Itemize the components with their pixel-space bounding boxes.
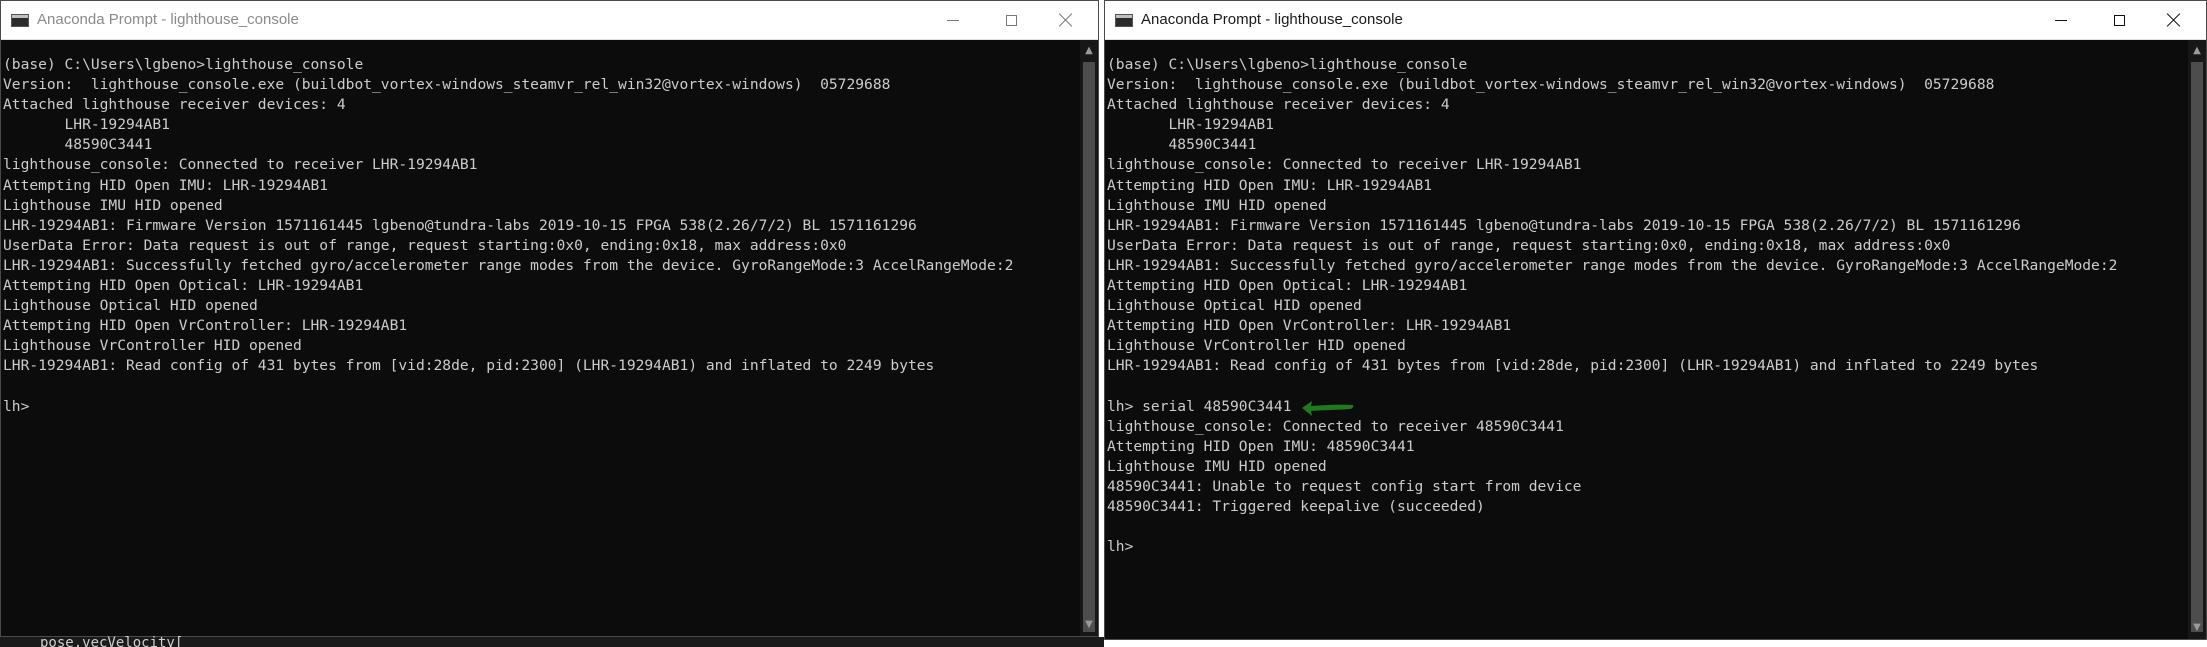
console-line: LHR-19294AB1: Firmware Version 157116144…: [3, 216, 917, 234]
console-line: (base) C:\Users\lgbeno>lighthouse_consol…: [1107, 56, 1468, 73]
vertical-scrollbar[interactable]: ▲ ▼: [1080, 40, 1098, 636]
console-window-left[interactable]: Anaconda Prompt - lighthouse_console (ba…: [0, 0, 1099, 637]
console-line: LHR-19294AB1: Firmware Version 157116144…: [1107, 216, 2021, 234]
console-line: 48590C3441: [3, 136, 153, 154]
console-line: lighthouse_console: Connected to receive…: [1107, 417, 1564, 435]
console-window-right[interactable]: Anaconda Prompt - lighthouse_console (ba…: [1104, 0, 2207, 640]
console-line: Lighthouse IMU HID opened: [1107, 196, 1327, 214]
console-line: Attached lighthouse receiver devices: 4: [1107, 96, 1450, 114]
console-line: (base) C:\Users\lgbeno>lighthouse_consol…: [3, 56, 364, 73]
console-line: UserData Error: Data request is out of r…: [3, 236, 847, 254]
close-icon: [1059, 13, 1073, 27]
background-window-text: pose.vecVelocity[: [40, 635, 184, 647]
console-line: 48590C3441: Triggered keepalive (succeed…: [1107, 498, 1485, 516]
minimize-button[interactable]: [927, 1, 979, 39]
console-line: lh>: [3, 397, 30, 415]
console-line: Lighthouse IMU HID opened: [1107, 457, 1327, 475]
console-line: Attempting HID Open VrController: LHR-19…: [3, 317, 408, 335]
arrow-annotation-icon: [1302, 401, 1354, 416]
console-line: lh> serial 48590C3441: [1107, 397, 1292, 415]
console-line: 48590C3441: Unable to request config sta…: [1107, 477, 1582, 495]
maximize-icon: [2113, 14, 2125, 26]
console-line: Attempting HID Open IMU: LHR-19294AB1: [3, 176, 329, 194]
close-button[interactable]: [1040, 1, 1092, 39]
console-line: Version: lighthouse_console.exe (buildbo…: [1107, 76, 1995, 94]
console-line: 48590C3441: [1107, 136, 1257, 154]
console-output[interactable]: (base) C:\Users\lgbeno>lighthouse_consol…: [1107, 55, 2184, 619]
console-line: LHR-19294AB1: Read config of 431 bytes f…: [3, 357, 935, 375]
console-line: LHR-19294AB1: Read config of 431 bytes f…: [1107, 357, 2039, 375]
console-line: lighthouse_console: Connected to receive…: [1107, 156, 1582, 174]
maximize-button[interactable]: [2093, 1, 2145, 39]
vertical-scrollbar[interactable]: ▲ ▼: [2188, 40, 2206, 639]
console-window-icon: [11, 14, 29, 27]
console-line: lighthouse_console: Connected to receive…: [3, 156, 478, 174]
console-line: Version: lighthouse_console.exe (buildbo…: [3, 76, 891, 94]
console-line: Attached lighthouse receiver devices: 4: [3, 96, 346, 114]
console-line: Lighthouse Optical HID opened: [3, 297, 258, 315]
minimize-button[interactable]: [2035, 1, 2087, 39]
maximize-button[interactable]: [985, 1, 1037, 39]
scroll-up-icon[interactable]: ▲: [1080, 42, 1098, 60]
scroll-down-icon[interactable]: ▼: [2188, 619, 2206, 637]
scrollbar-thumb[interactable]: [1083, 62, 1095, 632]
minimize-icon: [2055, 19, 2067, 21]
console-line: Attempting HID Open IMU: LHR-19294AB1: [1107, 176, 1433, 194]
scroll-up-icon[interactable]: ▲: [2188, 42, 2206, 60]
window-title: Anaconda Prompt - lighthouse_console: [37, 11, 299, 28]
console-line: UserData Error: Data request is out of r…: [1107, 236, 1951, 254]
title-bar[interactable]: Anaconda Prompt - lighthouse_console: [1105, 1, 2206, 40]
console-line: Lighthouse Optical HID opened: [1107, 297, 1362, 315]
console-output[interactable]: (base) C:\Users\lgbeno>lighthouse_consol…: [3, 55, 1076, 616]
window-title: Anaconda Prompt - lighthouse_console: [1141, 11, 1403, 28]
minimize-icon: [947, 19, 959, 21]
console-line: Attempting HID Open Optical: LHR-19294AB…: [3, 277, 364, 295]
console-line: LHR-19294AB1: [3, 116, 170, 134]
close-icon: [2167, 13, 2181, 27]
console-line: Attempting HID Open Optical: LHR-19294AB…: [1107, 277, 1468, 295]
console-line: Lighthouse VrController HID opened: [1107, 337, 1406, 355]
title-bar[interactable]: Anaconda Prompt - lighthouse_console: [1, 1, 1098, 40]
scroll-down-icon[interactable]: ▼: [1080, 616, 1098, 634]
console-line: lh>: [1107, 538, 1134, 556]
close-button[interactable]: [2148, 1, 2200, 39]
console-window-icon: [1115, 14, 1133, 27]
console-line: Lighthouse IMU HID opened: [3, 196, 223, 214]
scrollbar-thumb[interactable]: [2191, 62, 2203, 632]
console-line: LHR-19294AB1: [1107, 116, 1274, 134]
console-line: Attempting HID Open IMU: 48590C3441: [1107, 437, 1415, 455]
console-line: LHR-19294AB1: Successfully fetched gyro/…: [3, 256, 1014, 274]
maximize-icon: [1005, 14, 1017, 26]
console-line: Attempting HID Open VrController: LHR-19…: [1107, 317, 1512, 335]
console-line: Lighthouse VrController HID opened: [3, 337, 302, 355]
console-line: LHR-19294AB1: Successfully fetched gyro/…: [1107, 256, 2118, 274]
